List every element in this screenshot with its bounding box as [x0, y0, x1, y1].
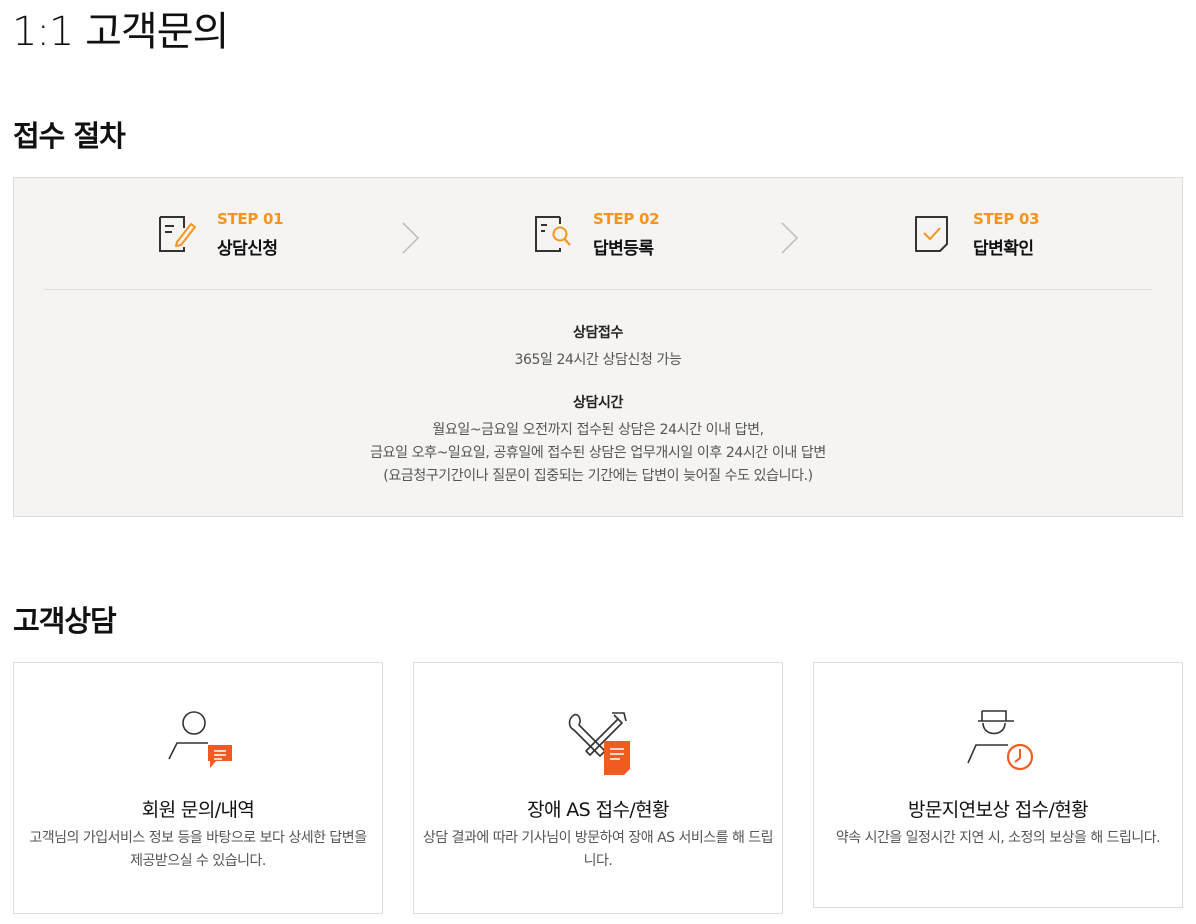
procedure-box: STEP 01 상담신청 STEP 02 답변등록 STEP 03 답변확인 상…	[13, 177, 1183, 517]
card-description: 상담 결과에 따라 기사님이 방문하여 장애 AS 서비스를 해 드립니다.	[422, 830, 774, 869]
check-document-icon	[915, 216, 948, 252]
chevron-right-icon	[402, 222, 420, 254]
step-number: STEP 03	[973, 210, 1040, 228]
edit-document-icon	[159, 216, 196, 252]
search-document-icon	[535, 216, 571, 252]
reception-text: 365일 24시간 상담신청 가능	[514, 352, 682, 368]
hours-line: 월요일~금요일 오전까지 접수된 상담은 24시간 이내 답변,	[432, 422, 764, 438]
repair-tools-icon	[568, 712, 630, 775]
step-label: 상담신청	[217, 239, 278, 259]
card-title: 회원 문의/내역	[141, 799, 255, 821]
card-title: 장애 AS 접수/현황	[527, 799, 669, 821]
chevron-right-icon	[781, 222, 799, 254]
step-number: STEP 01	[217, 210, 284, 228]
reception-heading: 상담접수	[573, 325, 623, 341]
hours-line: 금요일 오후~일요일, 공휴일에 접수된 상담은 업무개시일 이후 24시간 이…	[370, 445, 826, 461]
step-label: 답변등록	[593, 239, 654, 259]
hours-line: (요금청구기간이나 질문이 집중되는 기간에는 답변이 늦어질 수도 있습니다.…	[383, 468, 813, 484]
page-title: 1:1 고객문의	[12, 9, 229, 55]
visit-delay-card[interactable]: 방문지연보상 접수/현황 약속 시간을 일정시간 지연 시, 소정의 보상을 해…	[813, 662, 1183, 908]
card-description: 고객님의 가입서비스 정보 등을 바탕으로 보다 상세한 답변을 제공받으실 수…	[29, 830, 367, 869]
technician-clock-icon	[967, 710, 1034, 771]
consult-section-title: 고객상담	[13, 604, 117, 638]
card-title: 방문지연보상 접수/현황	[907, 799, 1089, 821]
member-chat-icon	[168, 711, 232, 768]
card-description: 약속 시간을 일정시간 지연 시, 소정의 보상을 해 드립니다.	[835, 830, 1161, 846]
hours-heading: 상담시간	[573, 395, 623, 411]
divider	[44, 289, 1152, 290]
repair-as-card[interactable]: 장애 AS 접수/현황 상담 결과에 따라 기사님이 방문하여 장애 AS 서비…	[413, 662, 783, 914]
procedure-section-title: 접수 절차	[13, 119, 126, 153]
member-inquiry-card[interactable]: 회원 문의/내역 고객님의 가입서비스 정보 등을 바탕으로 보다 상세한 답변…	[13, 662, 383, 914]
step-number: STEP 02	[593, 210, 660, 228]
step-label: 답변확인	[973, 239, 1034, 259]
